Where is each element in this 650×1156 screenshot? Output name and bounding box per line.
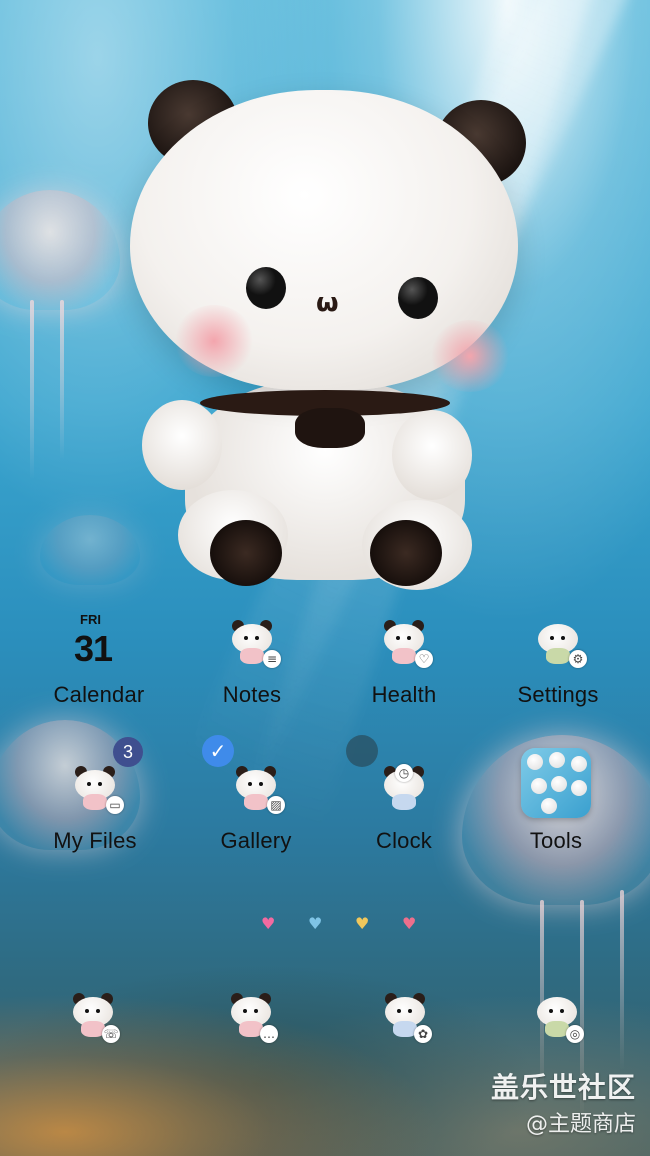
app-gallery[interactable]: ▨ Gallery <box>186 758 326 854</box>
messages-icon[interactable]: … <box>222 985 282 1045</box>
app-health[interactable]: ♡ Health <box>334 612 474 708</box>
app-label: Health <box>371 682 437 707</box>
calendar-icon: FRI 31 <box>70 612 128 670</box>
bear-cheek <box>174 305 254 377</box>
app-label: Tools <box>529 828 583 853</box>
app-label: Clock <box>375 828 432 853</box>
heart-icon[interactable]: ♥ <box>355 914 369 933</box>
calendar-day: FRI <box>80 612 101 627</box>
app-settings[interactable]: ⚙ Settings <box>488 612 628 708</box>
health-icon: ♡ <box>375 612 433 670</box>
app-notes[interactable]: ≡ Notes <box>182 612 322 708</box>
app-label: Settings <box>517 682 599 707</box>
app-label: My Files <box>53 828 137 853</box>
clock-icon: ◷ <box>375 758 433 816</box>
tools-folder-icon <box>521 748 591 818</box>
checkmark-icon[interactable]: ✓ <box>202 735 234 767</box>
jellyfish-tentacle <box>60 300 64 460</box>
notification-badge: 3 <box>113 737 143 767</box>
gallery-icon: ▨ <box>227 758 285 816</box>
calendar-date: 31 <box>74 628 113 669</box>
my-files-icon: ▭ <box>66 758 124 816</box>
bear-eye <box>398 277 438 319</box>
settings-icon: ⚙ <box>529 612 587 670</box>
app-calendar[interactable]: FRI 31 Calendar <box>29 612 169 708</box>
app-tools-folder[interactable]: Tools <box>486 748 626 854</box>
notes-icon: ≡ <box>223 612 281 670</box>
heart-icon[interactable]: ♥ <box>402 914 416 933</box>
jellyfish <box>40 515 140 585</box>
jellyfish-tentacle <box>30 300 34 480</box>
app-my-files[interactable]: ▭ My Files <box>25 758 165 854</box>
heart-icon[interactable]: ♥ <box>308 914 322 933</box>
bear-cheek <box>430 320 510 392</box>
bear-eye <box>246 267 286 309</box>
camera-icon[interactable]: ◎ <box>528 985 588 1045</box>
app-label: Notes <box>222 682 282 707</box>
watermark-subtitle: @主题商店 <box>525 1112 636 1137</box>
bear-bow <box>295 408 365 448</box>
wallpaper: ω <box>0 0 650 1156</box>
app-label: Calendar <box>53 682 145 707</box>
panda-bear-illustration: ω <box>130 80 526 590</box>
selection-circle[interactable] <box>346 735 378 767</box>
heart-icon[interactable]: ♥ <box>261 914 275 933</box>
phone-icon[interactable]: ☏ <box>64 985 124 1045</box>
bear-arm <box>392 410 472 500</box>
bear-foot <box>210 520 282 586</box>
app-clock[interactable]: ◷ Clock <box>334 758 474 854</box>
bear-foot <box>370 520 442 586</box>
browser-icon[interactable]: ✿ <box>376 985 436 1045</box>
app-label: Gallery <box>220 828 292 853</box>
bear-mouth: ω <box>316 288 339 318</box>
jellyfish <box>0 190 120 310</box>
page-indicator[interactable]: ♥ ♥ ♥ ♥ <box>255 914 425 934</box>
bear-arm <box>142 400 222 490</box>
watermark-title: 盖乐世社区 <box>490 1071 636 1104</box>
